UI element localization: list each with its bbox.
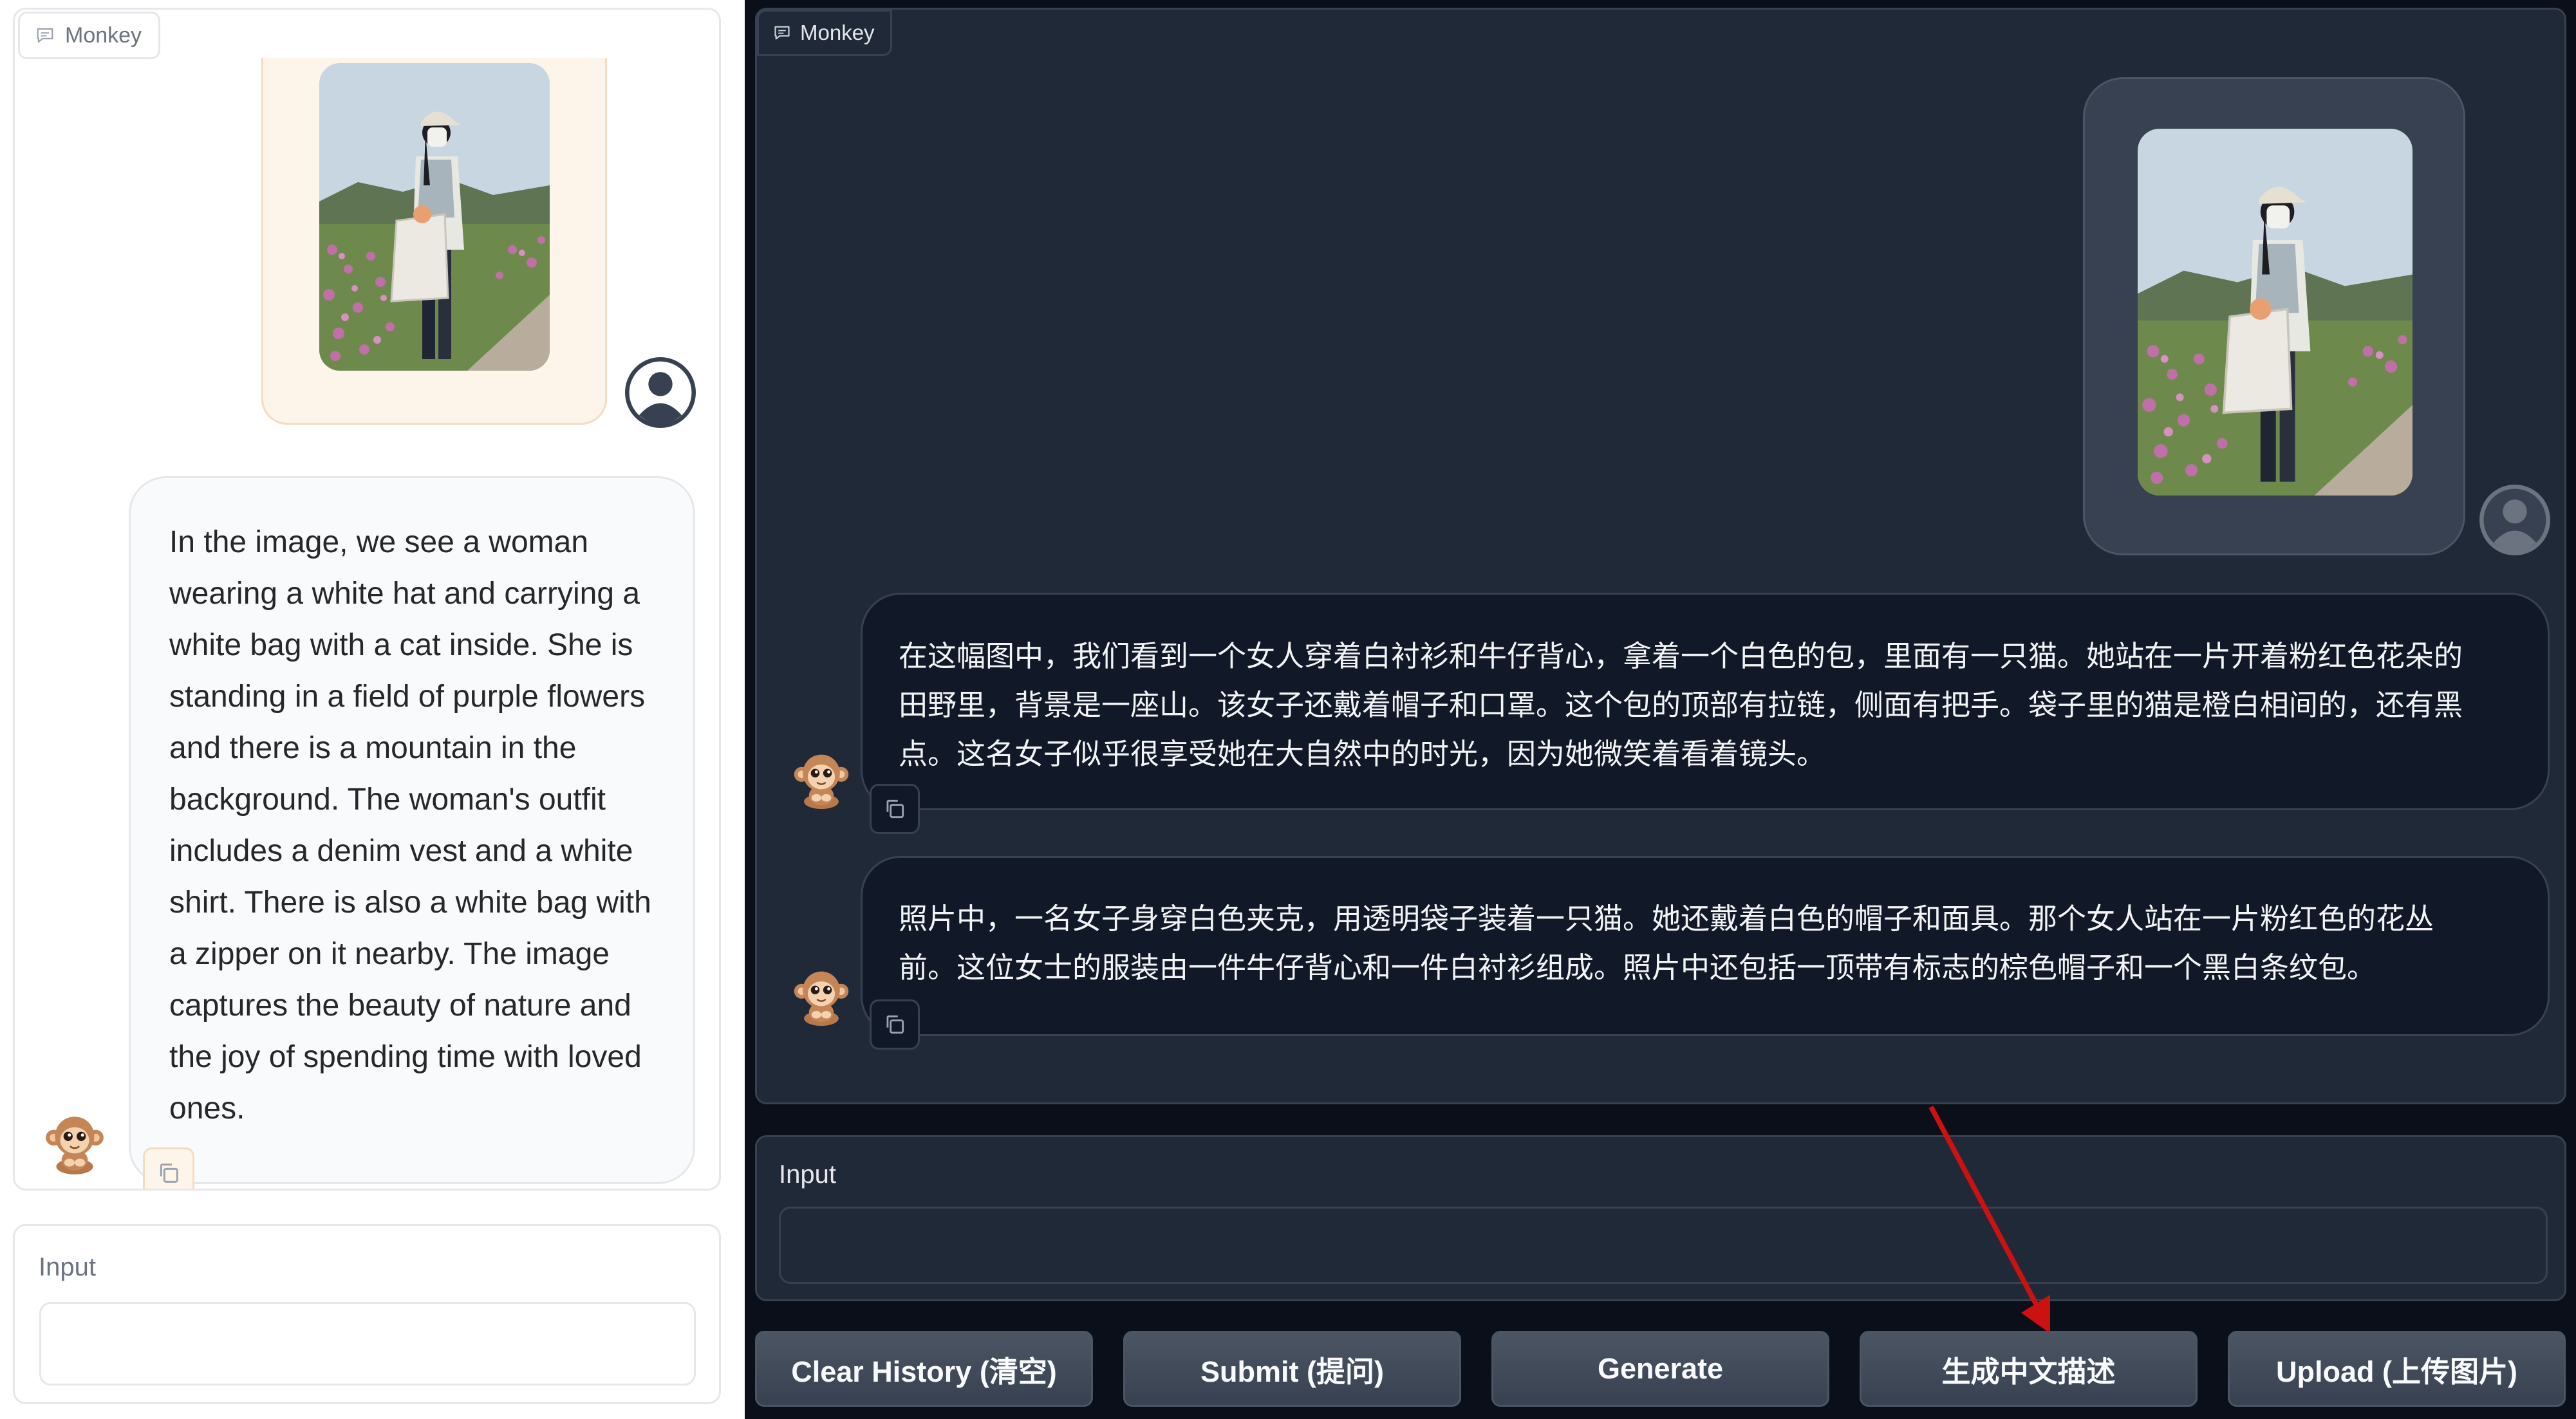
- clear-history-button[interactable]: Clear History (清空): [755, 1331, 1093, 1407]
- button-row: Clear History (清空) Submit (提问) Generate …: [755, 1331, 2566, 1408]
- monkey-avatar-icon: [790, 965, 852, 1027]
- user-uploaded-image[interactable]: [319, 63, 550, 371]
- copy-button[interactable]: [143, 1147, 194, 1189]
- bot-message-bubble: 在这幅图中，我们看到一个女人穿着白衬衫和牛仔背心，拿着一个白色的包，里面有一只猫…: [861, 593, 2550, 810]
- input-block-dark: Input: [755, 1135, 2566, 1301]
- input-label: Input: [779, 1160, 836, 1189]
- monkey-avatar-icon: [42, 1110, 107, 1176]
- submit-button[interactable]: Submit (提问): [1123, 1331, 1461, 1407]
- copy-button[interactable]: [870, 999, 920, 1050]
- chatbot-label: Monkey: [757, 10, 892, 56]
- copy-icon: [882, 797, 907, 821]
- input-textbox[interactable]: [39, 1302, 696, 1386]
- input-block-light: Input: [13, 1224, 721, 1404]
- chatbot-window-dark[interactable]: Monkey 在这幅图中，我们看到一个女人穿着白衬衫和牛仔背心，拿着一个白色的包…: [755, 8, 2566, 1104]
- copy-icon: [156, 1160, 182, 1186]
- bot-message-text: In the image, we see a woman wearing a w…: [169, 525, 651, 1126]
- chatbot-window-light[interactable]: Monkey In the image, we see a woman wear…: [13, 8, 721, 1191]
- copy-icon: [882, 1012, 907, 1037]
- user-avatar-icon: [625, 357, 696, 428]
- chat-bubble-icon: [773, 24, 791, 42]
- upload-image-button[interactable]: Upload (上传图片): [2228, 1331, 2566, 1407]
- dark-theme-panel: Monkey 在这幅图中，我们看到一个女人穿着白衬衫和牛仔背心，拿着一个白色的包…: [745, 0, 2576, 1419]
- bot-message-text: 在这幅图中，我们看到一个女人穿着白衬衫和牛仔背心，拿着一个白色的包，里面有一只猫…: [899, 640, 2463, 770]
- input-textbox[interactable]: [779, 1207, 2548, 1284]
- copy-button[interactable]: [870, 784, 920, 834]
- bot-message-bubble: In the image, we see a woman wearing a w…: [129, 476, 695, 1184]
- light-theme-panel: Monkey In the image, we see a woman wear…: [0, 0, 740, 1419]
- generate-button[interactable]: Generate: [1491, 1331, 1829, 1407]
- bot-message-text: 照片中，一名女子身穿白色夹克，用透明袋子装着一只猫。她还戴着白色的帽子和面具。那…: [899, 902, 2434, 984]
- chatbot-label-text: Monkey: [800, 21, 875, 44]
- chat-bubble-icon: [35, 26, 55, 45]
- chatbot-label: Monkey: [18, 12, 161, 59]
- monkey-avatar-icon: [790, 748, 852, 810]
- user-avatar-icon: [2479, 485, 2550, 555]
- input-label: Input: [39, 1253, 96, 1281]
- bot-message-bubble: 照片中，一名女子身穿白色夹克，用透明袋子装着一只猫。她还戴着白色的帽子和面具。那…: [861, 856, 2550, 1036]
- chatbot-label-text: Monkey: [65, 23, 142, 48]
- generate-chinese-description-button[interactable]: 生成中文描述: [1860, 1331, 2198, 1407]
- user-uploaded-image[interactable]: [2138, 129, 2413, 496]
